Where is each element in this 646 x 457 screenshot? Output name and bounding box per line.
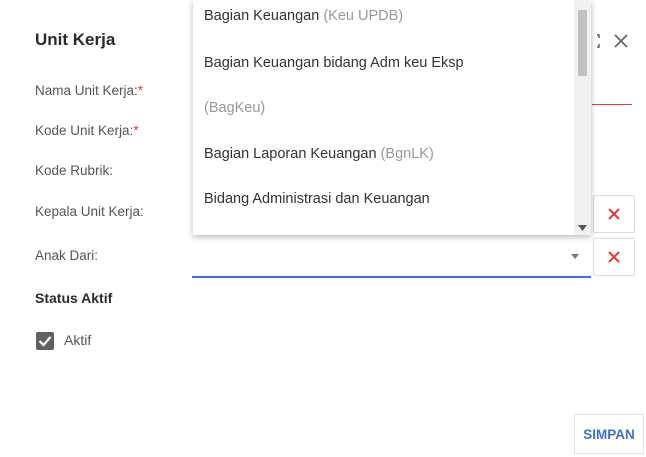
dialog-title: Unit Kerja — [35, 30, 116, 49]
aktif-checkbox-label[interactable]: Aktif — [64, 332, 91, 348]
dropdown-option[interactable]: Bagian Keuangan bidang Adm keu Eksp — [204, 55, 464, 71]
dropdown-option[interactable]: Bagian Keuangan (Keu UPDB) — [204, 8, 403, 24]
aktif-checkbox[interactable] — [36, 332, 54, 350]
anak-dari-label: Anak Dari: — [35, 248, 99, 263]
clear-icon — [608, 208, 620, 220]
check-icon — [38, 336, 52, 347]
dropdown-list[interactable]: Bagian Keuangan (Keu UPDB) Bagian Keuang… — [193, 0, 591, 235]
simpan-button[interactable]: SIMPAN — [574, 414, 644, 454]
kode-unit-kerja-label: Kode Unit Kerja:* — [35, 123, 139, 138]
nama-unit-kerja-label: Nama Unit Kerja:* — [35, 83, 144, 98]
clear-kepala-button[interactable] — [593, 195, 635, 233]
dropdown-arrow-icon[interactable] — [571, 254, 579, 259]
dropdown-option[interactable]: (BagKeu) — [204, 100, 265, 116]
required-mark: * — [133, 123, 139, 138]
nama-field-error-underline — [592, 104, 632, 105]
scroll-down-arrow-icon[interactable] — [578, 225, 587, 231]
required-mark: * — [137, 83, 144, 98]
kode-rubrik-label: Kode Rubrik: — [35, 163, 114, 178]
clear-anak-dari-button[interactable] — [593, 238, 635, 276]
close-icon[interactable] — [613, 33, 629, 49]
anak-dari-select[interactable] — [192, 238, 591, 278]
kepala-unit-kerja-label: Kepala Unit Kerja: — [35, 204, 144, 219]
clear-icon — [608, 251, 620, 263]
scrollbar-thumb[interactable] — [578, 10, 587, 76]
status-aktif-heading: Status Aktif — [35, 290, 113, 306]
dropdown-option[interactable]: Bidang Administrasi dan Keuangan — [204, 191, 430, 207]
dropdown-scrollbar[interactable] — [574, 0, 591, 235]
dropdown-option[interactable]: Bagian Laporan Keuangan (BgnLK) — [204, 146, 434, 162]
